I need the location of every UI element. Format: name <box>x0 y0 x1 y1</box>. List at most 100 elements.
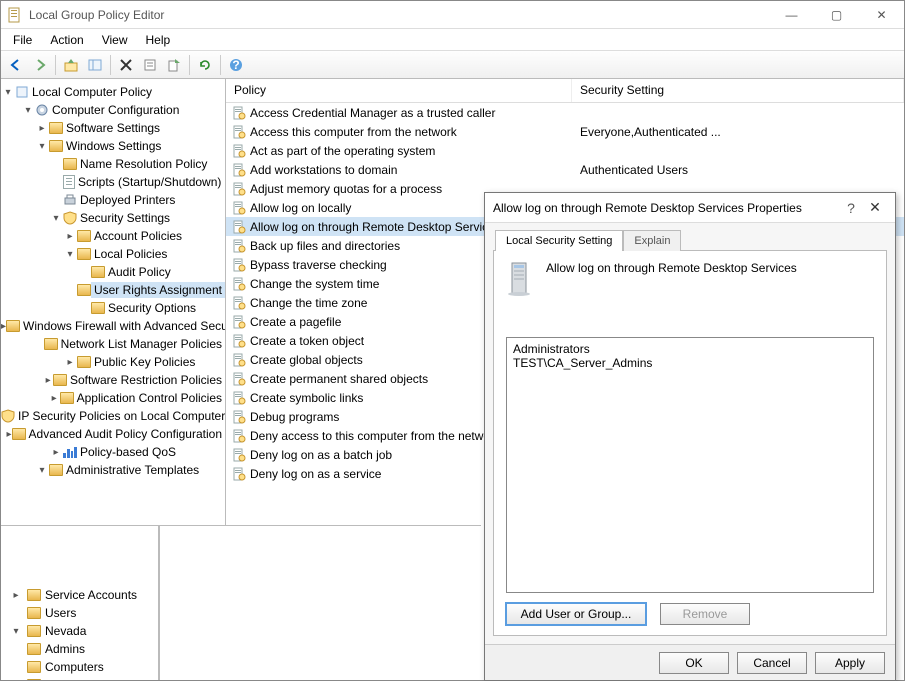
policy-name: Back up files and directories <box>250 239 400 253</box>
tree-node[interactable]: ▾Administrative Templates <box>1 461 225 479</box>
dialog-close-button[interactable]: ✕ <box>863 199 887 216</box>
lower-tree-label: Contacts <box>45 678 92 680</box>
printer-icon <box>63 193 77 207</box>
folder-icon <box>49 140 63 152</box>
expand-toggle[interactable]: ▸ <box>49 447 63 458</box>
policy-row[interactable]: Act as part of the operating system <box>226 141 904 160</box>
tree-node[interactable]: ▸ Public Key Policies <box>1 353 225 371</box>
tree-node[interactable]: Network List Manager Policies <box>1 335 225 353</box>
policy-icon <box>232 258 246 272</box>
tree-node[interactable]: Name Resolution Policy <box>1 155 225 173</box>
up-button[interactable] <box>60 54 82 76</box>
dialog-help-button[interactable]: ? <box>839 200 863 216</box>
tree-label: Account Policies <box>91 228 185 244</box>
principal-item[interactable]: Administrators <box>513 342 867 356</box>
folder-icon <box>6 320 20 332</box>
tree-node[interactable]: ▸ Account Policies <box>1 227 225 245</box>
tab-local-security-setting[interactable]: Local Security Setting <box>495 230 623 251</box>
lower-tree-node[interactable]: Contacts <box>1 676 158 680</box>
dialog-heading: Allow log on through Remote Desktop Serv… <box>546 261 797 275</box>
tree-label: Network List Manager Policies <box>58 336 225 352</box>
lower-tree-node[interactable]: Users <box>1 604 158 622</box>
expand-toggle[interactable]: ▾ <box>49 213 63 224</box>
expand-toggle[interactable]: ▾ <box>35 141 49 152</box>
dialog-titlebar: Allow log on through Remote Desktop Serv… <box>485 193 895 223</box>
refresh-button[interactable] <box>194 54 216 76</box>
forward-button[interactable] <box>29 54 51 76</box>
expand-toggle[interactable]: ▸ <box>7 429 12 440</box>
policy-row[interactable]: Access Credential Manager as a trusted c… <box>226 103 904 122</box>
lower-tree-node[interactable]: ▾Nevada <box>1 622 158 640</box>
tree-label: Deployed Printers <box>77 192 178 208</box>
lower-tree-node[interactable]: Admins <box>1 640 158 658</box>
lower-tree-node[interactable]: ▸Service Accounts <box>1 586 158 604</box>
expand-toggle[interactable]: ▸ <box>35 123 49 134</box>
lower-tree[interactable]: ▸Service AccountsUsers▾NevadaAdminsCompu… <box>1 526 159 680</box>
tree-node[interactable]: ▾Computer Configuration <box>1 101 225 119</box>
ok-button[interactable]: OK <box>659 652 729 674</box>
show-hide-tree-button[interactable] <box>84 54 106 76</box>
tree-node[interactable]: Scripts (Startup/Shutdown) <box>1 173 225 191</box>
tree-node[interactable]: Security Options <box>1 299 225 317</box>
principal-item[interactable]: TEST\CA_Server_Admins <box>513 356 867 370</box>
tree-node[interactable]: IP Security Policies on Local Computer <box>1 407 225 425</box>
menu-action[interactable]: Action <box>42 31 91 49</box>
tree-label: Scripts (Startup/Shutdown) <box>75 174 224 190</box>
tree-node[interactable]: User Rights Assignment <box>1 281 225 299</box>
folder-icon <box>77 356 91 368</box>
maximize-button[interactable]: ▢ <box>814 1 859 28</box>
folder-icon <box>27 643 41 655</box>
properties-button[interactable] <box>139 54 161 76</box>
tree-node[interactable]: Audit Policy <box>1 263 225 281</box>
add-user-or-group-button[interactable]: Add User or Group... <box>506 603 646 625</box>
policy-row[interactable]: Add workstations to domainAuthenticated … <box>226 160 904 179</box>
folder-icon <box>27 625 41 637</box>
tree-node[interactable]: ▸Software Restriction Policies <box>1 371 225 389</box>
tab-explain[interactable]: Explain <box>623 230 681 251</box>
policy-icon <box>232 372 246 386</box>
expand-toggle[interactable]: ▾ <box>21 105 35 116</box>
tree-node[interactable]: Deployed Printers <box>1 191 225 209</box>
expand-toggle[interactable]: ▾ <box>35 465 49 476</box>
tree-label: Security Settings <box>77 210 173 226</box>
expand-toggle[interactable]: ▸ <box>49 393 60 404</box>
tree-label: Public Key Policies <box>91 354 198 370</box>
policy-name: Deny access to this computer from the ne… <box>250 429 500 443</box>
cancel-button[interactable]: Cancel <box>737 652 807 674</box>
policy-icon <box>232 239 246 253</box>
menu-help[interactable]: Help <box>138 31 179 49</box>
help-button[interactable]: ? <box>225 54 247 76</box>
menu-file[interactable]: File <box>5 31 40 49</box>
tree-label: Policy-based QoS <box>77 444 179 460</box>
minimize-button[interactable]: — <box>769 1 814 28</box>
tree-node[interactable]: ▾ Security Settings <box>1 209 225 227</box>
window-title: Local Group Policy Editor <box>29 8 769 22</box>
delete-button[interactable] <box>115 54 137 76</box>
tree-node[interactable]: ▸ Policy-based QoS <box>1 443 225 461</box>
export-button[interactable] <box>163 54 185 76</box>
tree-node[interactable]: ▸Windows Firewall with Advanced Security <box>1 317 225 335</box>
tree-node[interactable]: ▾Local Policies <box>1 245 225 263</box>
tree-node[interactable]: ▸Software Settings <box>1 119 225 137</box>
expand-toggle[interactable]: ▾ <box>63 249 77 260</box>
back-button[interactable] <box>5 54 27 76</box>
column-policy[interactable]: Policy <box>226 79 572 102</box>
remove-button[interactable]: Remove <box>660 603 750 625</box>
expand-toggle[interactable]: ▸ <box>43 375 53 386</box>
tree-node[interactable]: ▾Windows Settings <box>1 137 225 155</box>
principals-listbox[interactable]: AdministratorsTEST\CA_Server_Admins <box>506 337 874 593</box>
tree-root[interactable]: Local Computer Policy <box>29 84 155 100</box>
expand-toggle[interactable]: ▸ <box>63 231 77 242</box>
close-button[interactable]: ✕ <box>859 1 904 28</box>
policy-icon <box>232 182 246 196</box>
tree-node[interactable]: ▸Advanced Audit Policy Configuration <box>1 425 225 443</box>
column-security-setting[interactable]: Security Setting <box>572 79 904 102</box>
apply-button[interactable]: Apply <box>815 652 885 674</box>
tree-node[interactable]: ▸Application Control Policies <box>1 389 225 407</box>
lower-tree-node[interactable]: Computers <box>1 658 158 676</box>
policy-icon <box>232 277 246 291</box>
policy-icon <box>232 467 246 481</box>
policy-row[interactable]: Access this computer from the networkEve… <box>226 122 904 141</box>
expand-toggle[interactable]: ▸ <box>63 357 77 368</box>
menu-view[interactable]: View <box>94 31 136 49</box>
